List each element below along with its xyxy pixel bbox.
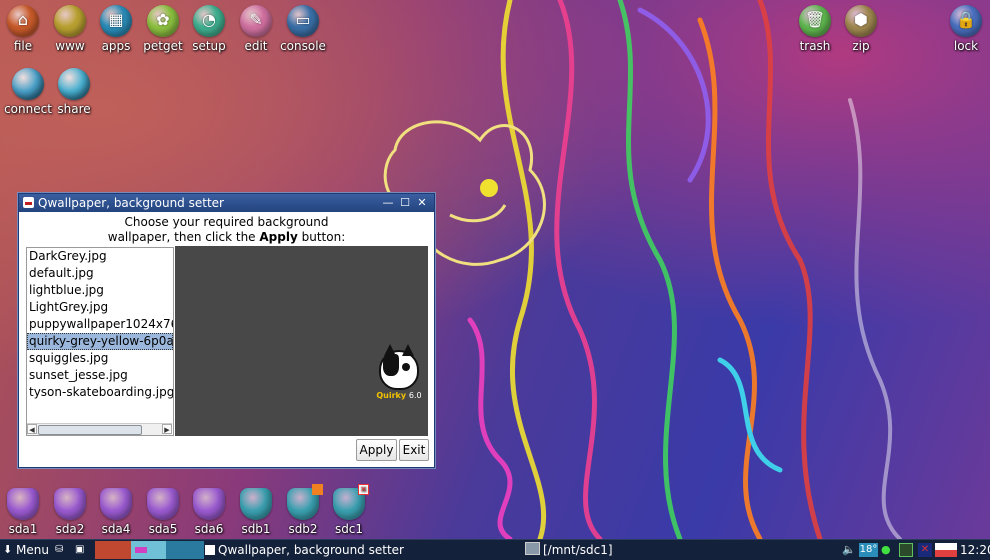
apply-button[interactable]: Apply [356,439,397,461]
quicklaunch-drive-icon[interactable]: ⛁ [55,540,69,560]
minimize-button[interactable]: — [380,194,396,212]
quirky-cat-icon [379,344,419,390]
unmount-badge-icon[interactable]: ✕ [358,484,369,495]
file-list-item[interactable]: quirky-grey-yellow-6p0a.png [27,333,173,350]
file-list-item[interactable]: puppywallpaper1024x768 [27,316,173,333]
drive-icon-sdc1[interactable]: ✕ sdc1 [314,484,384,536]
desktop-icon-console[interactable]: ▭ console [268,5,338,53]
desktop-icon-label: lock [953,39,979,53]
wallpaper-preview: Quirky 6.0 [175,246,428,436]
file-list-item[interactable]: lightblue.jpg [27,282,173,299]
workspace-3[interactable] [166,541,204,559]
quirky-logo-name: Quirky [376,391,407,400]
window-app-icon [23,197,34,208]
zip-icon: ⬢ [845,5,877,37]
flag-icon[interactable]: ✕ [918,543,932,557]
desktop-icon-label: share [57,102,91,116]
task-rox-sdc1[interactable]: [/mnt/sdc1] [525,540,725,560]
file-list-item[interactable]: DarkGrey.jpg [27,248,173,265]
volume-icon[interactable]: 🔈 [842,543,856,557]
exit-button[interactable]: Exit [399,439,429,461]
instruction-line-2-start: wallpaper, then click the [107,230,260,244]
clock[interactable]: 12:20 [960,540,990,560]
lock-icon: 🔒 [950,5,982,37]
file-list-item[interactable]: default.jpg [27,265,173,282]
wallpaper-file-list[interactable]: DarkGrey.jpg default.jpg lightblue.jpg Ligh… [26,247,174,436]
task-qwallpaper[interactable]: Qwallpaper, background setter [205,540,505,560]
instruction-line-2: wallpaper, then click the Apply button: [19,230,434,245]
instruction-apply-word: Apply [259,230,298,244]
close-button[interactable]: ✕ [414,194,430,212]
desktop-icon-share[interactable]: share [39,68,109,116]
temperature-indicator[interactable]: 18° [859,543,878,557]
battery-icon[interactable] [899,543,913,557]
qwallpaper-window: Qwallpaper, background setter — ☐ ✕ Choo… [18,193,435,468]
task-qwallpaper-label: Qwallpaper, background setter [218,543,404,557]
scrollbar-thumb[interactable] [38,425,142,435]
menu-icon: ⬇ [3,543,13,556]
drive-label: sdc1 [334,522,364,536]
instruction-line-2-end: button: [297,230,346,244]
network-icon[interactable]: ● [881,543,895,557]
scroll-right-arrow-icon[interactable]: ▶ [162,424,172,434]
menu-button[interactable]: ⬇ Menu [2,540,52,560]
share-icon [58,68,90,100]
quirky-logo-version: 6.0 [408,391,422,400]
task-rox-sdc1-label: [/mnt/sdc1] [543,543,613,557]
workspace-2[interactable] [131,541,166,559]
desktop-icon-lock[interactable]: 🔒 lock [931,5,990,53]
cpu-monitor-icon[interactable] [935,543,957,557]
window-title: Qwallpaper, background setter [38,196,224,210]
workspace-1[interactable] [95,541,131,559]
drive-icon: ✕ [333,484,369,520]
window-icon [205,545,215,555]
quicklaunch-terminal-icon[interactable]: ▣ [75,540,89,560]
maximize-button[interactable]: ☐ [397,194,413,212]
file-list-item[interactable]: tyson-skateboarding.jpg [27,384,173,401]
desktop-icon-label: console [280,39,326,53]
console-icon: ▭ [287,5,319,37]
menu-label: Menu [16,543,49,557]
taskbar: ⬇ Menu ⛁ ▣ Qwallpaper, background setter… [0,539,990,560]
desktop-icon-label: zip [852,39,870,53]
quirky-logo-label: Quirky 6.0 [375,391,423,400]
file-list-item[interactable]: sunset_jesse.jpg [27,367,173,384]
window-titlebar[interactable]: Qwallpaper, background setter — ☐ ✕ [19,194,434,212]
folder-window-icon [525,542,540,555]
file-list-horizontal-scrollbar[interactable]: ◀ ▶ [27,423,172,435]
scroll-left-arrow-icon[interactable]: ◀ [27,424,37,434]
quirky-logo: Quirky 6.0 [375,344,423,404]
file-list-item[interactable]: LightGrey.jpg [27,299,173,316]
instruction-text: Choose your required background wallpape… [19,215,434,245]
file-list-item[interactable]: squiggles.jpg [27,350,173,367]
instruction-line-1: Choose your required background [124,215,329,229]
desktop-icon-zip[interactable]: ⬢ zip [826,5,896,53]
